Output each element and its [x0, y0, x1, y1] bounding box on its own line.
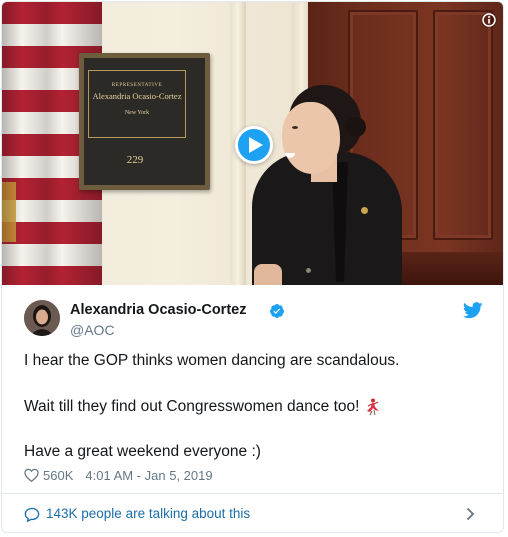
talking-count[interactable]: 143K people are talking about this — [46, 506, 250, 521]
tweet-text-line-2-text: Wait till they find out Congresswomen da… — [24, 398, 360, 416]
person-hand — [254, 264, 282, 285]
heart-icon[interactable] — [24, 468, 39, 482]
info-icon — [482, 13, 496, 27]
chevron-right-icon[interactable] — [466, 507, 475, 521]
tweet-text-line-2: Wait till they find out Congresswomen da… — [24, 398, 381, 416]
play-icon — [248, 137, 263, 153]
door-panel — [433, 10, 493, 240]
avatar[interactable] — [24, 300, 60, 336]
twitter-bird-icon[interactable] — [463, 302, 483, 319]
play-button[interactable] — [235, 126, 273, 164]
dancer-emoji-icon — [367, 398, 380, 416]
tweet-text-line-1: I hear the GOP thinks women dancing are … — [24, 352, 400, 369]
congressional-pin — [361, 207, 368, 214]
conversation-link[interactable]: 143K people are talking about this — [2, 494, 503, 532]
tweet-card: REPRESENTATIVE Alexandria Ocasio-Cortez … — [1, 1, 504, 533]
plaque-name-box: REPRESENTATIVE Alexandria Ocasio-Cortez … — [88, 70, 186, 138]
speech-bubble-icon — [24, 507, 40, 522]
author-name[interactable]: Alexandria Ocasio-Cortez — [70, 302, 246, 318]
person-hair-bun — [346, 117, 366, 137]
plaque-name: Alexandria Ocasio-Cortez — [92, 91, 182, 101]
tweet-meta: 560K 4:01 AM - Jan 5, 2019 — [24, 465, 213, 485]
verified-icon — [269, 304, 284, 318]
like-count[interactable]: 560K — [43, 468, 73, 483]
person-eye — [292, 126, 298, 129]
blazer-button — [306, 268, 311, 273]
plaque-title: REPRESENTATIVE — [111, 83, 163, 88]
person-face — [282, 102, 340, 174]
avatar-image — [24, 300, 60, 336]
info-button[interactable] — [481, 12, 497, 28]
plaque-state: New York — [124, 110, 150, 116]
video-thumbnail[interactable]: REPRESENTATIVE Alexandria Ocasio-Cortez … — [2, 2, 503, 285]
plaque-room-number: 229 — [126, 154, 144, 166]
tweet-timestamp[interactable]: 4:01 AM - Jan 5, 2019 — [85, 468, 212, 483]
tweet-text-line-3: Have a great weekend everyone :) — [24, 443, 261, 460]
author-handle[interactable]: @AOC — [70, 322, 115, 338]
